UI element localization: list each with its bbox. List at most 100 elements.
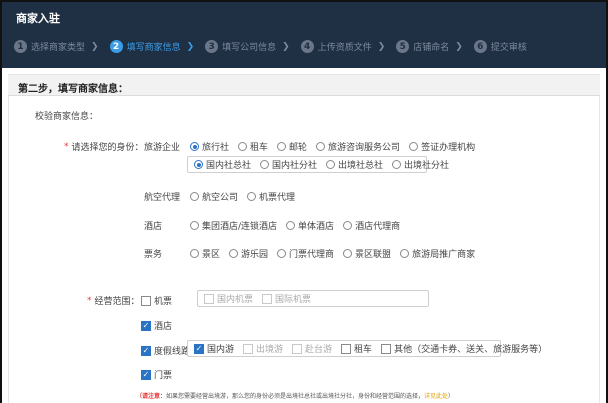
radio-icon[interactable] (260, 160, 270, 169)
radio-domestic-branch[interactable]: 国内社分社 (260, 158, 317, 171)
step-label: 选择商家类型 (31, 43, 86, 53)
radio-scenic-area[interactable]: 景区 (190, 247, 220, 260)
scope-note: （请注意：如果您需要经营出境游，那么您的身份必须是出境社总社或出境社分社，身份和… (136, 391, 454, 400)
step-label: 上传资质文件 (317, 43, 372, 53)
scope-label-row: * 经营范围： (87, 294, 140, 308)
note-end: ） (448, 393, 455, 400)
checkbox-icon[interactable] (243, 343, 254, 354)
radio-icon[interactable] (194, 160, 203, 169)
radio-icon[interactable] (238, 142, 248, 151)
radio-icon[interactable] (229, 249, 239, 258)
radio-icon[interactable] (343, 221, 353, 230)
step-number: 2 (109, 40, 123, 53)
radio-icon[interactable] (190, 249, 199, 258)
radio-airline[interactable]: 航空公司 (190, 190, 238, 203)
identity-label-row: * 请选择您的身份： (64, 140, 144, 154)
step-progress: 1 选择商家类型 ❯ 2 填写商家信息 ❯ 3 填写公司信息 ❯ 4 上传资质文… (14, 40, 538, 53)
aviation-label: 航空代理 (144, 193, 181, 203)
step-number: 5 (396, 40, 410, 53)
checkbox-domestic-tour[interactable]: ✓ 国内游 (194, 342, 234, 355)
radio-icon[interactable] (409, 142, 419, 151)
check-icon[interactable]: ✓ (141, 369, 151, 380)
radio-domestic-head[interactable]: 国内社总社 (194, 158, 251, 171)
checkbox-icon[interactable] (141, 295, 151, 306)
chevron-right-icon: ❯ (377, 41, 386, 52)
check-icon[interactable]: ✓ (141, 320, 151, 331)
radio-travel-agency[interactable]: 旅行社 (190, 140, 229, 153)
radio-travel-consulting[interactable]: 旅游咨询服务公司 (316, 140, 400, 153)
radio-icon[interactable] (286, 221, 296, 230)
header-bar: 商家入驻 1 选择商家类型 ❯ 2 填写商家信息 ❯ 3 填写公司信息 ❯ 4 … (2, 2, 606, 68)
scope-hotel-row: ✓ 酒店 (141, 319, 181, 332)
check-icon[interactable]: ✓ (194, 343, 204, 354)
radio-icon[interactable] (190, 142, 199, 151)
checkbox-hotel[interactable]: ✓ 酒店 (141, 319, 172, 332)
checkbox-international-flight[interactable]: 国际机票 (262, 292, 311, 305)
required-marker: * (64, 141, 69, 152)
radio-tourism-bureau-promoter[interactable]: 旅游局推广商家 (400, 247, 475, 260)
scope-flight-row: 机票 (141, 294, 181, 307)
checkbox-car-rental[interactable]: 租车 (341, 342, 372, 355)
radio-outbound-head[interactable]: 出境社总社 (326, 158, 383, 171)
chevron-right-icon: ❯ (455, 41, 463, 52)
step-4: 4 上传资质文件 ❯ (300, 40, 386, 53)
note-tag: （请注意： (136, 393, 167, 400)
radio-cruise[interactable]: 邮轮 (277, 140, 307, 153)
aviation-row: 航空代理 航空公司 机票代理 (144, 190, 304, 203)
checkbox-icon[interactable] (292, 343, 303, 354)
radio-visa-agency[interactable]: 签证办理机构 (409, 140, 475, 153)
radio-icon[interactable] (316, 142, 326, 151)
step-5: 5 店铺命名 ❯ (396, 40, 463, 53)
radio-icon[interactable] (277, 249, 287, 258)
identity-label: 请选择您的身份： (71, 143, 144, 153)
checkbox-flight[interactable]: 机票 (141, 294, 172, 307)
radio-car-rental[interactable]: 租车 (238, 140, 268, 153)
step-label: 填写商家信息 (126, 43, 181, 53)
checkbox-outbound-tour[interactable]: 出境游 (243, 342, 283, 355)
chevron-right-icon: ❯ (186, 41, 195, 52)
radio-icon[interactable] (326, 160, 336, 169)
checkbox-icon[interactable] (204, 293, 214, 304)
radio-single-hotel[interactable]: 单体酒店 (286, 219, 334, 232)
checkbox-vacation-route[interactable]: ✓ 度假线路 (141, 344, 190, 357)
form-content: 校验商家信息： * 请选择您的身份： 旅游企业 旅行社 租车 邮轮 旅游咨询服务… (8, 96, 600, 403)
checkbox-icon[interactable] (341, 343, 352, 354)
checkbox-admission-ticket[interactable]: ✓ 门票 (141, 368, 172, 381)
radio-icon[interactable] (190, 221, 199, 230)
step-6: 6 提交审核 (473, 40, 527, 53)
checkbox-other-services[interactable]: 其他（交通卡券、送关、旅游服务等） (381, 342, 547, 355)
checkbox-icon[interactable] (262, 293, 273, 304)
note-text: 如果您需要经营出境游，那么您的身份必须是出境社总社或出境社分社，身份和经营范围的… (166, 393, 425, 400)
radio-icon[interactable] (343, 249, 353, 258)
vacation-suboptions: ✓ 国内游 出境游 赴台游 租车 其他（交通卡券、送关、旅游服务等） (187, 340, 547, 357)
radio-hotel-agent[interactable]: 酒店代理商 (343, 219, 400, 232)
radio-icon[interactable] (247, 192, 257, 201)
step-number: 1 (14, 40, 27, 53)
radio-icon[interactable] (277, 142, 287, 151)
radio-ticket-agent[interactable]: 机票代理 (247, 190, 295, 203)
radio-icon[interactable] (400, 249, 410, 258)
step-label: 店铺命名 (413, 43, 450, 53)
step-2: 2 填写商家信息 ❯ (109, 40, 195, 53)
step-number: 3 (205, 40, 219, 53)
hotel-label: 酒店 (144, 222, 163, 232)
step-label: 提交审核 (490, 43, 527, 53)
chevron-right-icon: ❯ (282, 41, 290, 52)
radio-outbound-branch[interactable]: 出境社分社 (392, 158, 449, 171)
checkbox-domestic-flight[interactable]: 国内机票 (204, 292, 253, 305)
radio-chain-hotel[interactable]: 集团酒店/连锁酒店 (190, 219, 277, 232)
radio-icon[interactable] (190, 192, 199, 201)
checkbox-icon[interactable] (381, 343, 392, 354)
ticketing-row: 票务 景区 游乐园 门票代理商 景区联盟 旅游局推广商家 (144, 247, 484, 260)
radio-icon[interactable] (392, 160, 402, 169)
radio-ticket-reseller[interactable]: 门票代理商 (277, 247, 334, 260)
checkbox-taiwan-tour[interactable]: 赴台游 (292, 342, 332, 355)
radio-scenic-alliance[interactable]: 景区联盟 (343, 247, 391, 260)
radio-amusement-park[interactable]: 游乐园 (229, 247, 268, 260)
check-icon[interactable]: ✓ (141, 345, 151, 356)
step-label: 填写公司信息 (222, 43, 277, 53)
note-link[interactable]: 详见此处 (424, 393, 448, 400)
travel-agency-suboptions: 国内社总社 国内社分社 出境社总社 出境社分社 (187, 156, 449, 173)
travel-label: 旅游企业 (144, 143, 181, 153)
flight-suboptions: 国内机票 国际机票 (197, 290, 429, 307)
